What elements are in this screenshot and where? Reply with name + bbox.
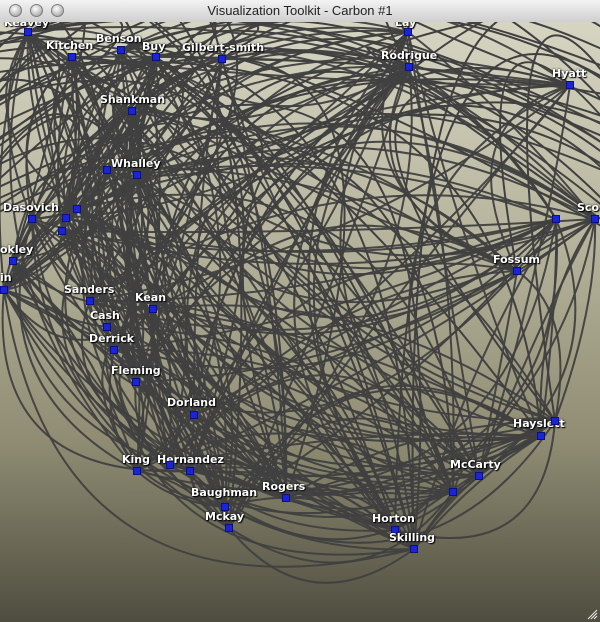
node-label: Benson xyxy=(96,32,142,45)
node-label: Derrick xyxy=(89,332,135,345)
graph-node[interactable] xyxy=(537,432,545,440)
graph-canvas[interactable]: Keavey Kitchen Benson Buy Gilbert-smith Lay Ro… xyxy=(0,22,600,622)
node-label: Sanders xyxy=(64,283,115,296)
graph-node[interactable] xyxy=(152,53,160,61)
node-label: Fleming xyxy=(111,364,161,377)
graph-node[interactable] xyxy=(449,488,457,496)
graph-node[interactable] xyxy=(190,411,198,419)
graph-node[interactable] xyxy=(28,215,36,223)
window-title: Visualization Toolkit - Carbon #1 xyxy=(207,3,393,18)
graph-node[interactable] xyxy=(282,494,290,502)
graph-node[interactable] xyxy=(68,53,76,61)
graph-node[interactable] xyxy=(86,297,94,305)
node-label: Dasovich xyxy=(3,201,59,214)
node-label: okley xyxy=(0,243,34,256)
title-bar[interactable]: Visualization Toolkit - Carbon #1 xyxy=(0,0,600,23)
node-label: Rogers xyxy=(262,480,306,493)
node-label: Dorland xyxy=(167,396,217,409)
graph-node[interactable] xyxy=(133,171,141,179)
graph-node[interactable] xyxy=(551,417,559,425)
node-label: in xyxy=(0,271,12,284)
graph-node[interactable] xyxy=(186,467,194,475)
graph-node[interactable] xyxy=(149,305,157,313)
graph-node[interactable] xyxy=(128,107,136,115)
graph-node[interactable] xyxy=(566,81,574,89)
graph-node[interactable] xyxy=(73,205,81,213)
graph-node[interactable] xyxy=(24,28,32,36)
graph-node[interactable] xyxy=(218,55,226,63)
graph-node[interactable] xyxy=(225,524,233,532)
node-label: Kean xyxy=(135,291,167,304)
graph-node[interactable] xyxy=(405,63,413,71)
node-label: Cash xyxy=(90,309,120,322)
node-label: Rodrigue xyxy=(381,49,438,62)
node-label: Skilling xyxy=(389,531,436,544)
node-label: Kitchen xyxy=(46,39,94,52)
graph-node[interactable] xyxy=(552,215,560,223)
app-window: Visualization Toolkit - Carbon #1 Keavey… xyxy=(0,0,600,622)
graph-node[interactable] xyxy=(410,545,418,553)
graph-node[interactable] xyxy=(132,378,140,386)
graph-node[interactable] xyxy=(513,267,521,275)
graph-node[interactable] xyxy=(0,286,8,294)
graph-node[interactable] xyxy=(9,257,17,265)
graph-node[interactable] xyxy=(404,28,412,36)
node-label: King xyxy=(122,453,150,466)
resize-grip-icon[interactable] xyxy=(586,608,598,620)
node-label: Buy xyxy=(142,40,166,53)
node-label: Whalley xyxy=(111,157,161,170)
graph-node[interactable] xyxy=(103,166,111,174)
node-label: Horton xyxy=(372,512,415,525)
graph-node[interactable] xyxy=(62,214,70,222)
node-label: Shankman xyxy=(100,93,166,106)
graph-node[interactable] xyxy=(591,215,599,223)
node-label: Sco xyxy=(577,201,599,214)
graph-node[interactable] xyxy=(58,227,66,235)
graph-node[interactable] xyxy=(103,323,111,331)
node-label: Fossum xyxy=(493,253,541,266)
node-label: Keavey xyxy=(4,22,50,29)
graph-node[interactable] xyxy=(117,46,125,54)
node-label: Lay xyxy=(395,22,417,29)
graph-node[interactable] xyxy=(475,472,483,480)
graph-edges xyxy=(0,22,600,584)
graph-node[interactable] xyxy=(166,461,174,469)
node-label: Mckay xyxy=(205,510,245,523)
node-label: McCarty xyxy=(450,458,501,471)
node-label: Baughman xyxy=(191,486,258,499)
graph-node[interactable] xyxy=(133,467,141,475)
node-label: Gilbert-smith xyxy=(182,41,265,54)
graph-node[interactable] xyxy=(110,346,118,354)
node-label: Hyatt xyxy=(552,67,587,80)
